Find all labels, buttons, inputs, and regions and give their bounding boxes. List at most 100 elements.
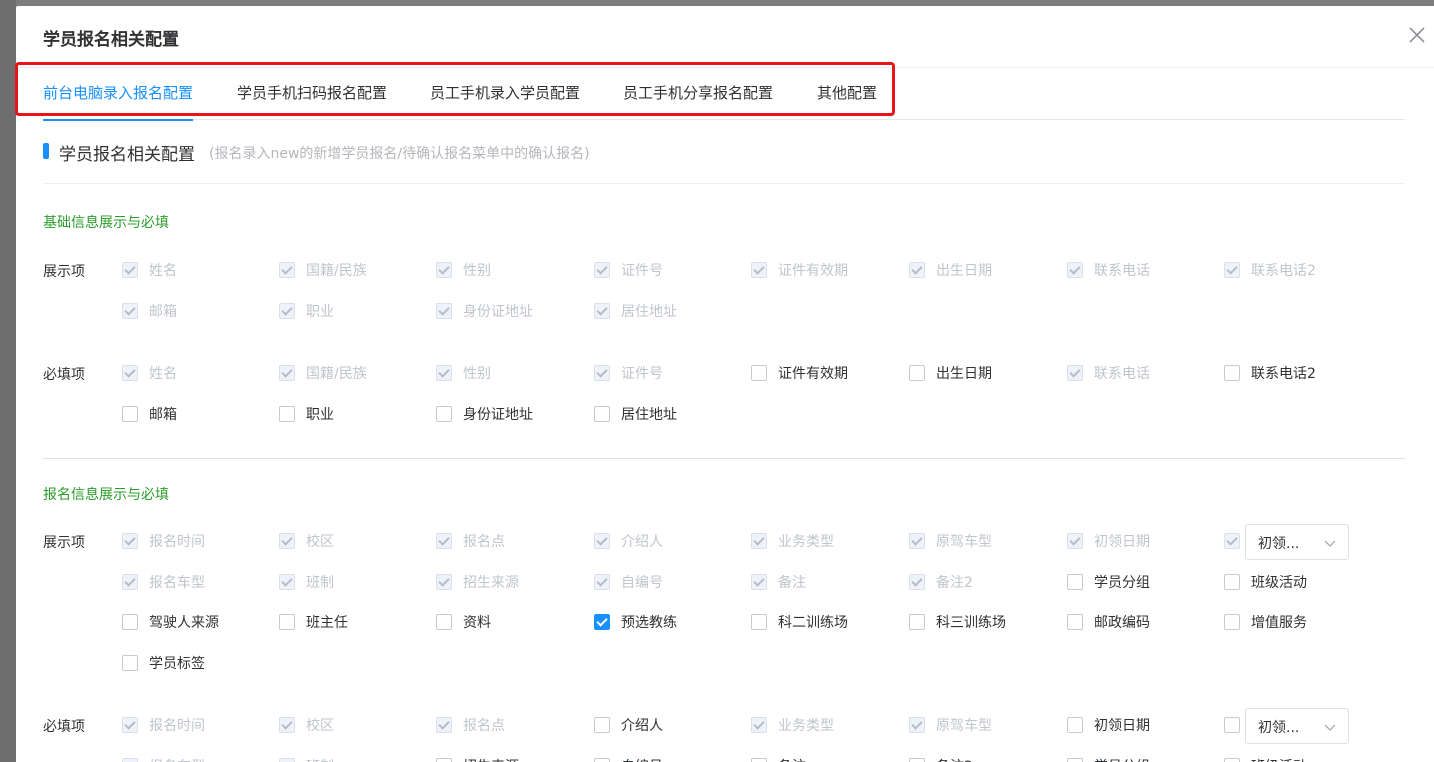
tab-1[interactable]: 学员手机扫码报名配置 bbox=[237, 68, 387, 120]
checkbox-item[interactable]: 增值服务 bbox=[1224, 612, 1307, 632]
checkbox-label: 报名点 bbox=[463, 718, 505, 734]
checkbox-item[interactable]: 班主任 bbox=[279, 612, 348, 632]
checkbox-box[interactable] bbox=[1067, 573, 1083, 590]
checkbox-label: 招生来源 bbox=[463, 756, 519, 762]
checkbox-box[interactable] bbox=[1224, 614, 1240, 630]
dialog-title: 学员报名相关配置 bbox=[43, 30, 179, 50]
checkbox-box bbox=[279, 303, 295, 319]
divider bbox=[43, 458, 1405, 459]
checkbox-box bbox=[909, 573, 925, 590]
checkbox-box[interactable] bbox=[279, 406, 295, 422]
tab-3[interactable]: 员工手机分享报名配置 bbox=[623, 68, 773, 120]
checkbox-item: 性别 bbox=[436, 363, 491, 383]
dialog-header: 学员报名相关配置 bbox=[16, 6, 1434, 68]
checkbox-item[interactable]: 备注 bbox=[751, 756, 806, 762]
checkbox-box[interactable] bbox=[1067, 614, 1083, 630]
checkbox-box bbox=[279, 717, 295, 733]
checkbox-box[interactable] bbox=[122, 654, 138, 671]
checkbox-label: 原驾车型 bbox=[936, 718, 992, 734]
checkbox-box[interactable] bbox=[751, 614, 767, 630]
checkbox-box[interactable] bbox=[909, 614, 925, 630]
checkbox-item[interactable]: 联系电话2 bbox=[1224, 363, 1316, 383]
first-license-select[interactable]: 初领... bbox=[1245, 708, 1349, 744]
checkbox-box[interactable] bbox=[279, 614, 295, 630]
checkbox-item[interactable]: 邮政编码 bbox=[1067, 612, 1150, 632]
checkbox-box[interactable] bbox=[1224, 573, 1240, 590]
checkbox-box[interactable] bbox=[909, 365, 925, 381]
checkbox-item[interactable]: 班级活动 bbox=[1224, 572, 1307, 592]
checkbox-box[interactable] bbox=[594, 757, 610, 762]
checkbox-item: 校区 bbox=[279, 531, 334, 551]
checkbox-box bbox=[122, 717, 138, 733]
tab-2[interactable]: 员工手机录入学员配置 bbox=[430, 68, 580, 120]
checkbox-item: 业务类型 bbox=[751, 715, 834, 735]
checkbox-item: 报名车型 bbox=[122, 572, 205, 592]
checkbox-item[interactable]: 职业 bbox=[279, 404, 334, 424]
checkbox-box bbox=[122, 573, 138, 590]
checkbox-item[interactable]: 介绍人 bbox=[594, 715, 663, 735]
checkbox-box[interactable] bbox=[594, 717, 610, 733]
checkbox-box[interactable] bbox=[751, 757, 767, 762]
close-icon[interactable] bbox=[1408, 26, 1426, 44]
checkbox-box[interactable] bbox=[1224, 365, 1240, 381]
checkbox-box bbox=[436, 262, 452, 278]
checkbox-label: 班主任 bbox=[306, 615, 348, 631]
checkbox-item[interactable]: 自编号 bbox=[594, 756, 663, 762]
checkbox-box[interactable] bbox=[751, 365, 767, 381]
tab-bar: 前台电脑录入报名配置 学员手机扫码报名配置 员工手机录入学员配置 员工手机分享报名配置… bbox=[43, 68, 1405, 121]
checkbox-box bbox=[279, 533, 295, 549]
checkbox-item[interactable]: 班级活动 bbox=[1224, 756, 1307, 762]
checkbox-item[interactable]: 学员分组 bbox=[1067, 756, 1150, 762]
checkbox-item[interactable]: 预选教练 bbox=[594, 612, 677, 632]
tab-0[interactable]: 前台电脑录入报名配置 bbox=[43, 68, 194, 121]
checkbox-item[interactable]: 招生来源 bbox=[436, 756, 519, 762]
checkbox-item: 校区 bbox=[279, 715, 334, 735]
checkbox-box[interactable] bbox=[594, 406, 610, 422]
basic-group-title: 基础信息展示与必填 bbox=[43, 215, 169, 231]
checkbox-label: 姓名 bbox=[149, 366, 177, 382]
checkbox-item: 联系电话2 bbox=[1224, 260, 1316, 280]
checkbox-item[interactable]: 学员分组 bbox=[1067, 572, 1150, 592]
checkbox-box[interactable] bbox=[122, 406, 138, 422]
checkbox-item[interactable]: 出生日期 bbox=[909, 363, 992, 383]
checkbox-label: 姓名 bbox=[149, 263, 177, 279]
checkbox-box[interactable] bbox=[122, 614, 138, 630]
checkbox-item[interactable]: 身份证地址 bbox=[436, 404, 533, 424]
checkbox-item[interactable]: 邮箱 bbox=[122, 404, 177, 424]
first-license-select[interactable]: 初领... bbox=[1245, 524, 1349, 560]
checkbox-item[interactable]: 驾驶人来源 bbox=[122, 612, 219, 632]
checkbox-box bbox=[751, 573, 767, 590]
checkbox-item[interactable]: 初领日期 bbox=[1067, 715, 1150, 735]
checkbox-box[interactable] bbox=[436, 757, 452, 762]
section-title: 学员报名相关配置 bbox=[59, 145, 195, 165]
checkbox-label: 证件号 bbox=[621, 366, 663, 382]
checkbox-box[interactable] bbox=[1224, 717, 1240, 733]
checkbox-box[interactable] bbox=[436, 614, 452, 630]
checkbox-label: 自编号 bbox=[621, 574, 663, 591]
checkbox-box[interactable] bbox=[1067, 717, 1083, 733]
checkbox-item[interactable] bbox=[1224, 715, 1240, 735]
checkbox-item[interactable]: 备注2 bbox=[909, 756, 973, 762]
checkbox-box[interactable] bbox=[594, 614, 610, 630]
checkbox-item[interactable]: 证件有效期 bbox=[751, 363, 848, 383]
checkbox-label: 身份证地址 bbox=[463, 304, 533, 320]
checkbox-item[interactable]: 资料 bbox=[436, 612, 491, 632]
checkbox-item[interactable]: 居住地址 bbox=[594, 404, 677, 424]
checkbox-box bbox=[1224, 533, 1240, 549]
checkbox-box[interactable] bbox=[436, 406, 452, 422]
checkbox-item: 业务类型 bbox=[751, 531, 834, 551]
checkbox-label: 备注 bbox=[778, 756, 806, 762]
checkbox-item[interactable]: 学员标签 bbox=[122, 653, 205, 673]
checkbox-box[interactable] bbox=[1067, 757, 1083, 762]
checkbox-item: 联系电话 bbox=[1067, 363, 1150, 383]
checkbox-box[interactable] bbox=[909, 757, 925, 762]
checkbox-item[interactable]: 科三训练场 bbox=[909, 612, 1006, 632]
checkbox-box bbox=[909, 262, 925, 278]
tab-4[interactable]: 其他配置 bbox=[817, 68, 877, 120]
config-dialog: 学员报名相关配置 前台电脑录入报名配置 学员手机扫码报名配置 员工手机录入学员配置员… bbox=[16, 6, 1434, 762]
checkbox-item[interactable]: 科二训练场 bbox=[751, 612, 848, 632]
checkbox-box bbox=[1067, 533, 1083, 549]
checkbox-label: 报名点 bbox=[463, 534, 505, 550]
checkbox-box[interactable] bbox=[1224, 757, 1240, 762]
checkbox-label: 业务类型 bbox=[778, 718, 834, 734]
